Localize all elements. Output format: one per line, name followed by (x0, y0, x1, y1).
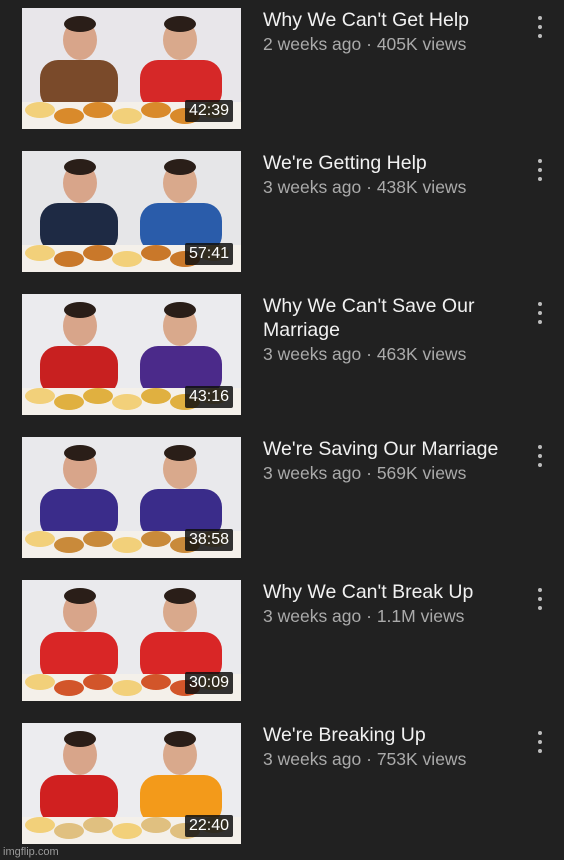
duration-badge: 57:41 (184, 243, 233, 265)
meta-separator: · (361, 34, 377, 54)
menu-dot (538, 16, 542, 20)
video-subline: 3 weeks ago · 463K views (263, 343, 518, 365)
video-thumbnail[interactable]: 30:09 (22, 580, 241, 701)
more-options-icon[interactable] (532, 14, 548, 40)
menu-dot (538, 25, 542, 29)
meta-separator: · (361, 749, 377, 769)
video-item[interactable]: 57:41 We're Getting Help 3 weeks ago · 438… (0, 151, 564, 276)
upload-age: 3 weeks ago (263, 749, 362, 769)
video-thumbnail[interactable]: 57:41 (22, 151, 241, 272)
video-meta: We're Getting Help 3 weeks ago · 438K vie… (263, 151, 518, 198)
more-options-icon[interactable] (532, 729, 548, 755)
view-count: 1.1M views (376, 606, 465, 626)
video-meta: Why We Can't Get Help 2 weeks ago · 405K … (263, 8, 518, 55)
video-meta: Why We Can't Save Our Marriage 3 weeks ag… (263, 294, 518, 365)
video-title[interactable]: We're Saving Our Marriage (263, 437, 518, 461)
video-meta: We're Saving Our Marriage 3 weeks ago · 5… (263, 437, 518, 484)
menu-dot (538, 320, 542, 324)
view-count: 753K views (376, 749, 467, 769)
menu-dot (538, 311, 542, 315)
menu-dot (538, 463, 542, 467)
view-count: 569K views (376, 463, 467, 483)
duration-badge: 38:58 (184, 529, 233, 551)
menu-dot (538, 177, 542, 181)
menu-dot (538, 302, 542, 306)
upload-age: 3 weeks ago (263, 344, 362, 364)
upload-age: 3 weeks ago (263, 606, 362, 626)
video-subline: 3 weeks ago · 1.1M views (263, 605, 518, 627)
video-title[interactable]: We're Getting Help (263, 151, 518, 175)
video-subline: 3 weeks ago · 569K views (263, 462, 518, 484)
menu-dot (538, 159, 542, 163)
menu-dot (538, 749, 542, 753)
menu-dot (538, 606, 542, 610)
menu-dot (538, 168, 542, 172)
video-subline: 2 weeks ago · 405K views (263, 33, 518, 55)
video-item[interactable]: 43:16 Why We Can't Save Our Marriage 3 wee… (0, 294, 564, 419)
meta-separator: · (361, 344, 377, 364)
meta-separator: · (361, 177, 377, 197)
video-thumbnail[interactable]: 42:39 (22, 8, 241, 129)
video-title[interactable]: Why We Can't Break Up (263, 580, 518, 604)
view-count: 405K views (376, 34, 467, 54)
menu-dot (538, 597, 542, 601)
menu-dot (538, 445, 542, 449)
video-item[interactable]: 30:09 Why We Can't Break Up 3 weeks ago · … (0, 580, 564, 705)
video-meta: Why We Can't Break Up 3 weeks ago · 1.1M … (263, 580, 518, 627)
video-thumbnail[interactable]: 43:16 (22, 294, 241, 415)
more-options-icon[interactable] (532, 157, 548, 183)
view-count: 463K views (376, 344, 467, 364)
video-title[interactable]: Why We Can't Get Help (263, 8, 518, 32)
video-subline: 3 weeks ago · 753K views (263, 748, 518, 770)
watermark: imgflip.com (3, 846, 59, 858)
duration-badge: 30:09 (184, 672, 233, 694)
video-item[interactable]: 22:40 We're Breaking Up 3 weeks ago · 753K… (0, 723, 564, 848)
video-item[interactable]: 38:58 We're Saving Our Marriage 3 weeks ag… (0, 437, 564, 562)
video-subline: 3 weeks ago · 438K views (263, 176, 518, 198)
menu-dot (538, 34, 542, 38)
duration-badge: 42:39 (184, 100, 233, 122)
video-title[interactable]: We're Breaking Up (263, 723, 518, 747)
video-item[interactable]: 42:39 Why We Can't Get Help 2 weeks ago · … (0, 8, 564, 133)
video-thumbnail[interactable]: 38:58 (22, 437, 241, 558)
menu-dot (538, 588, 542, 592)
menu-dot (538, 731, 542, 735)
upload-age: 3 weeks ago (263, 177, 362, 197)
duration-badge: 43:16 (184, 386, 233, 408)
menu-dot (538, 740, 542, 744)
more-options-icon[interactable] (532, 443, 548, 469)
view-count: 438K views (376, 177, 467, 197)
duration-badge: 22:40 (184, 815, 233, 837)
meta-separator: · (361, 606, 377, 626)
more-options-icon[interactable] (532, 300, 548, 326)
meta-separator: · (361, 463, 377, 483)
upload-age: 2 weeks ago (263, 34, 362, 54)
more-options-icon[interactable] (532, 586, 548, 612)
video-meta: We're Breaking Up 3 weeks ago · 753K view… (263, 723, 518, 770)
upload-age: 3 weeks ago (263, 463, 362, 483)
video-title[interactable]: Why We Can't Save Our Marriage (263, 294, 518, 342)
video-thumbnail[interactable]: 22:40 (22, 723, 241, 844)
menu-dot (538, 454, 542, 458)
